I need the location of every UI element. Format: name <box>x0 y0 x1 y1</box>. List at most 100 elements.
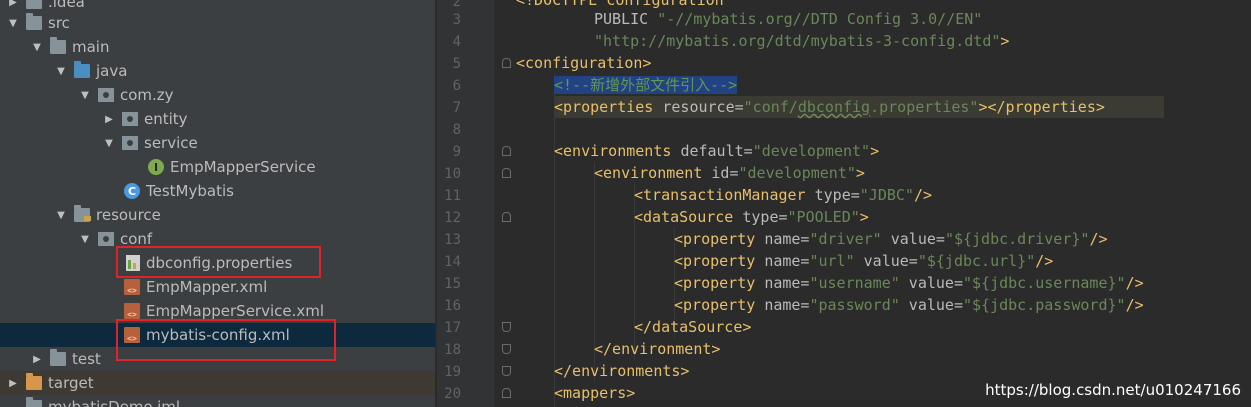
chevron-down-icon[interactable]: ▼ <box>54 208 68 222</box>
value: .properties" <box>870 98 979 116</box>
chevron-right-icon[interactable]: ▶ <box>102 112 116 126</box>
attr: value= <box>881 230 945 248</box>
indent-guide <box>554 74 555 407</box>
code-line-11: <transactionManager type="JDBC"/> <box>634 184 932 206</box>
tree-item-test-mybatis[interactable]: C TestMybatis <box>0 179 435 203</box>
fold-marker[interactable] <box>502 168 511 178</box>
folder-icon <box>26 13 42 30</box>
keyword: PUBLIC <box>594 10 658 28</box>
tag-end: > <box>870 142 880 160</box>
source-folder-icon <box>74 61 90 78</box>
attr: default= <box>680 142 753 160</box>
fold-marker[interactable] <box>502 366 511 376</box>
tree-item-label: EmpMapperService <box>170 158 316 176</box>
value: dbconfig <box>797 98 871 116</box>
tree-item-label: EmpMapper.xml <box>146 278 268 296</box>
line-number: 17 <box>444 320 461 336</box>
tree-item-service[interactable]: ▼ service <box>0 131 435 155</box>
value: "POOLED" <box>787 208 860 226</box>
value: "password" <box>809 296 900 314</box>
tree-item-label: src <box>48 14 70 32</box>
line-number: 3 <box>452 12 461 28</box>
tag: <mappers> <box>554 384 636 402</box>
fold-marker[interactable] <box>502 58 511 68</box>
fold-marker[interactable] <box>502 322 511 332</box>
code-line-20: <mappers> <box>554 382 635 404</box>
interface-icon: I <box>148 159 164 175</box>
tag: </environments> <box>554 362 690 380</box>
tree-item-target[interactable]: ▶ target <box>0 371 435 395</box>
tree-item-label: test <box>72 350 101 368</box>
tree-item-iml[interactable]: mybatisDemo.iml <box>0 395 435 407</box>
folder-icon <box>98 232 114 246</box>
tree-item-main[interactable]: ▼ main <box>0 35 435 59</box>
tree-item-resource[interactable]: ▼ resource <box>0 203 435 227</box>
value: "JDBC" <box>859 186 914 204</box>
code-line-14: <property name="url" value="${jdbc.url}"… <box>674 250 1053 272</box>
tree-item-label: resource <box>96 206 161 224</box>
tag-end: /> <box>1035 252 1054 270</box>
resource-folder-icon <box>74 205 91 222</box>
tag: <property <box>674 252 765 270</box>
line-number: 6 <box>452 78 461 94</box>
fold-marker[interactable] <box>502 146 511 156</box>
tag-end: /> <box>1089 230 1108 248</box>
tree-item-label: com.zy <box>120 86 174 104</box>
line-number: 11 <box>444 188 461 204</box>
chevron-down-icon[interactable]: ▼ <box>6 16 20 30</box>
code-line-15: <property name="username" value="${jdbc.… <box>674 272 1144 294</box>
tag: <property <box>674 296 765 314</box>
code-line-3: PUBLIC "-//mybatis.org//DTD Config 3.0//… <box>594 8 982 30</box>
code-line-17: </dataSource> <box>634 316 751 338</box>
watermark-text: https://blog.csdn.net/u010247166 <box>985 381 1241 399</box>
tree-item-label: EmpMapperService.xml <box>146 302 325 320</box>
attr: type= <box>814 186 860 204</box>
chevron-down-icon[interactable]: ▼ <box>54 64 68 78</box>
tag: <configuration> <box>516 54 652 72</box>
line-number: 5 <box>452 56 461 72</box>
code-line-4: "http://mybatis.org/dtd/mybatis-3-config… <box>594 30 1009 52</box>
tree-item-entity[interactable]: ▶ entity <box>0 107 435 131</box>
line-number: 4 <box>452 34 461 50</box>
tree-item-java[interactable]: ▼ java <box>0 59 435 83</box>
tag-end: ></properties> <box>978 98 1105 116</box>
tree-item-label: .idea <box>48 0 85 11</box>
chevron-down-icon[interactable]: ▼ <box>30 40 44 54</box>
tree-item-emp-mapper-xml[interactable]: <> EmpMapper.xml <box>0 275 435 299</box>
line-number: 16 <box>444 298 461 314</box>
line-number: 8 <box>452 122 461 138</box>
fold-marker[interactable] <box>502 212 511 222</box>
code-line-18: </environment> <box>594 338 720 360</box>
tag: <dataSource <box>634 208 743 226</box>
highlight-box-mybatis-config <box>116 319 336 361</box>
line-number: 18 <box>444 342 461 358</box>
attr: value= <box>899 274 963 292</box>
chevron-down-icon[interactable]: ▼ <box>78 88 92 102</box>
tree-item-label: service <box>144 134 198 152</box>
tag: <environments <box>554 142 681 160</box>
fold-marker[interactable] <box>502 344 511 354</box>
tree-item-src[interactable]: ▼ src <box>0 11 435 35</box>
tag-end: > <box>859 208 869 226</box>
value: "${jdbc.url}" <box>917 252 1036 270</box>
attr: name= <box>764 252 810 270</box>
code-line-7: <properties resource="conf/dbconfig.prop… <box>554 96 1105 118</box>
folder-icon <box>50 349 66 366</box>
tag-end: /> <box>1125 296 1144 314</box>
tag: <properties <box>554 98 663 116</box>
module-file-icon <box>26 397 42 407</box>
chevron-right-icon[interactable]: ▶ <box>30 352 44 366</box>
attr: id= <box>711 164 739 182</box>
tree-item-com-zy[interactable]: ▼ com.zy <box>0 83 435 107</box>
fold-marker[interactable] <box>502 388 511 398</box>
tree-item-emp-mapper-service[interactable]: I EmpMapperService <box>0 155 435 179</box>
code-editor[interactable]: 2 3 4 5 6 7 8 9 10 11 12 13 14 15 16 17 … <box>437 0 1251 407</box>
chevron-down-icon[interactable]: ▼ <box>78 232 92 246</box>
attr: value= <box>854 252 918 270</box>
chevron-right-icon[interactable]: ▶ <box>6 0 20 9</box>
chevron-right-icon[interactable]: ▶ <box>6 376 20 390</box>
code-line-12: <dataSource type="POOLED"> <box>634 206 869 228</box>
attr: name= <box>764 230 810 248</box>
highlight-box-dbconfig <box>116 246 321 278</box>
chevron-down-icon[interactable]: ▼ <box>102 136 116 150</box>
